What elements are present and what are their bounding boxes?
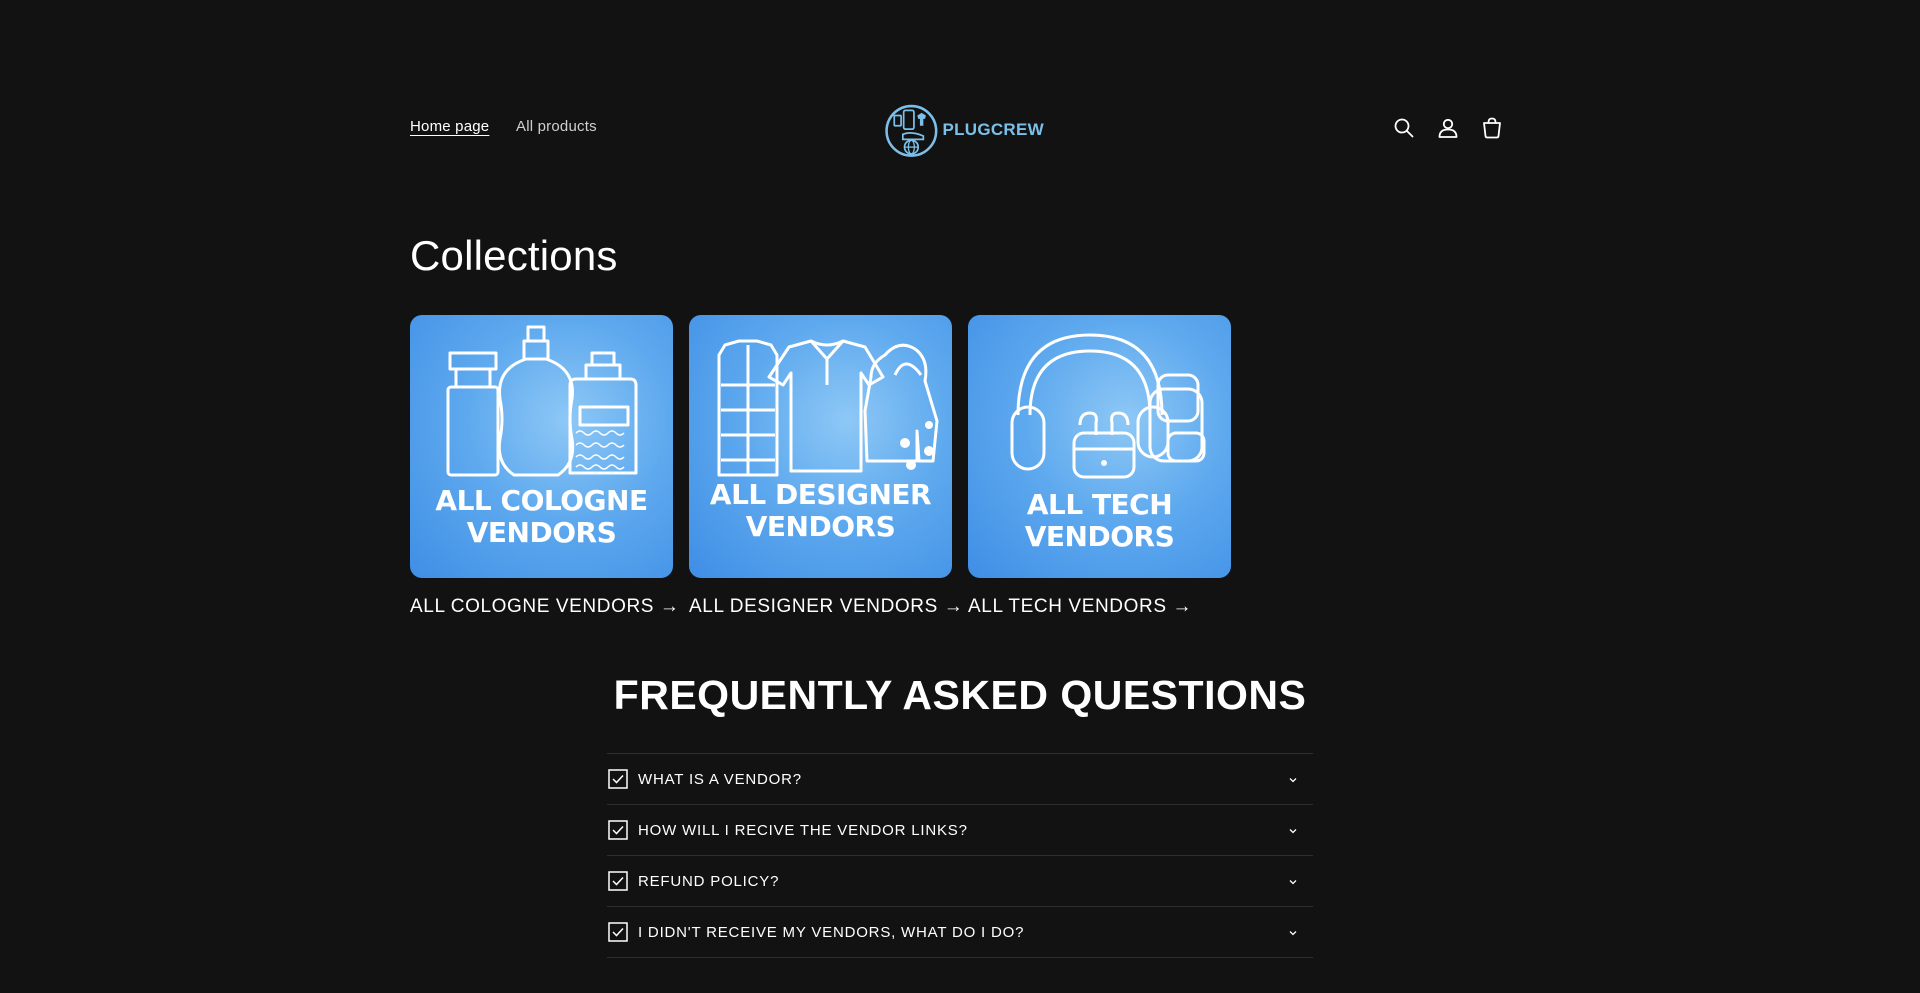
nav-all-products-link[interactable]: All products	[516, 118, 597, 135]
image-text-line2: VENDORS	[466, 516, 617, 549]
checkbox-icon	[608, 820, 628, 840]
collection-card-cologne[interactable]: ALL COLOGNE VENDORS ALL COLOGNE VENDORS …	[410, 315, 679, 618]
site-logo[interactable]: PLUGCREW	[884, 95, 1044, 165]
image-text-line2: VENDORS	[1024, 520, 1175, 553]
collection-title-cologne[interactable]: ALL COLOGNE VENDORS →	[410, 596, 679, 618]
chevron-down-icon	[1289, 931, 1297, 936]
faq-item[interactable]: HOW WILL I RECIVE THE VENDOR LINKS?	[607, 805, 1313, 856]
logo-mark-icon	[885, 104, 938, 157]
checkbox-icon	[608, 769, 628, 789]
account-icon[interactable]	[1436, 116, 1460, 140]
image-text-line1: ALL DESIGNER	[709, 478, 932, 511]
image-text-line2: VENDORS	[745, 510, 896, 543]
collection-image-tech[interactable]: ALL TECH VENDORS	[968, 315, 1231, 578]
site-header: Home page All products PLUGCREW	[0, 0, 1920, 190]
faq-item[interactable]: WHAT IS A VENDOR?	[607, 754, 1313, 805]
collection-title-designer[interactable]: ALL DESIGNER VENDORS →	[689, 596, 963, 618]
chevron-down-icon	[1289, 829, 1297, 834]
faq-item[interactable]: REFUND POLICY?	[607, 856, 1313, 907]
image-text-line1: ALL COLOGNE	[435, 484, 648, 517]
faq-question: I DIDN'T RECEIVE MY VENDORS, WHAT DO I D…	[638, 923, 1025, 941]
collection-image-designer[interactable]: ALL DESIGNER VENDORS	[689, 315, 952, 578]
faq-list: WHAT IS A VENDOR? HOW WILL I RECIVE THE …	[607, 753, 1313, 958]
logo-text: PLUGCREW	[942, 120, 1044, 139]
collection-image-text: ALL COLOGNE VENDORS	[410, 485, 673, 549]
faq-question: REFUND POLICY?	[638, 872, 780, 890]
faq-item[interactable]: I DIDN'T RECEIVE MY VENDORS, WHAT DO I D…	[607, 907, 1313, 958]
faq-title: FREQUENTLY ASKED QUESTIONS	[613, 672, 1307, 718]
chevron-down-icon	[1289, 880, 1297, 885]
image-text-line1: ALL TECH	[1026, 488, 1173, 521]
collection-image-text: ALL DESIGNER VENDORS	[689, 479, 952, 543]
cart-icon[interactable]	[1480, 116, 1504, 140]
collection-card-designer[interactable]: ALL DESIGNER VENDORS ALL DESIGNER VENDOR…	[689, 315, 963, 618]
faq-question: WHAT IS A VENDOR?	[638, 770, 802, 788]
collection-image-text: ALL TECH VENDORS	[968, 489, 1231, 553]
collection-image-cologne[interactable]: ALL COLOGNE VENDORS	[410, 315, 673, 578]
collection-title-tech[interactable]: ALL TECH VENDORS →	[968, 596, 1231, 618]
checkbox-icon	[608, 922, 628, 942]
collections-title: Collections	[410, 232, 618, 279]
nav-home-link[interactable]: Home page	[410, 118, 489, 135]
collection-card-tech[interactable]: ALL TECH VENDORS ALL TECH VENDORS →	[968, 315, 1231, 618]
faq-question: HOW WILL I RECIVE THE VENDOR LINKS?	[638, 821, 968, 839]
chevron-down-icon	[1289, 778, 1297, 783]
search-icon[interactable]	[1392, 116, 1416, 140]
checkbox-icon	[608, 871, 628, 891]
